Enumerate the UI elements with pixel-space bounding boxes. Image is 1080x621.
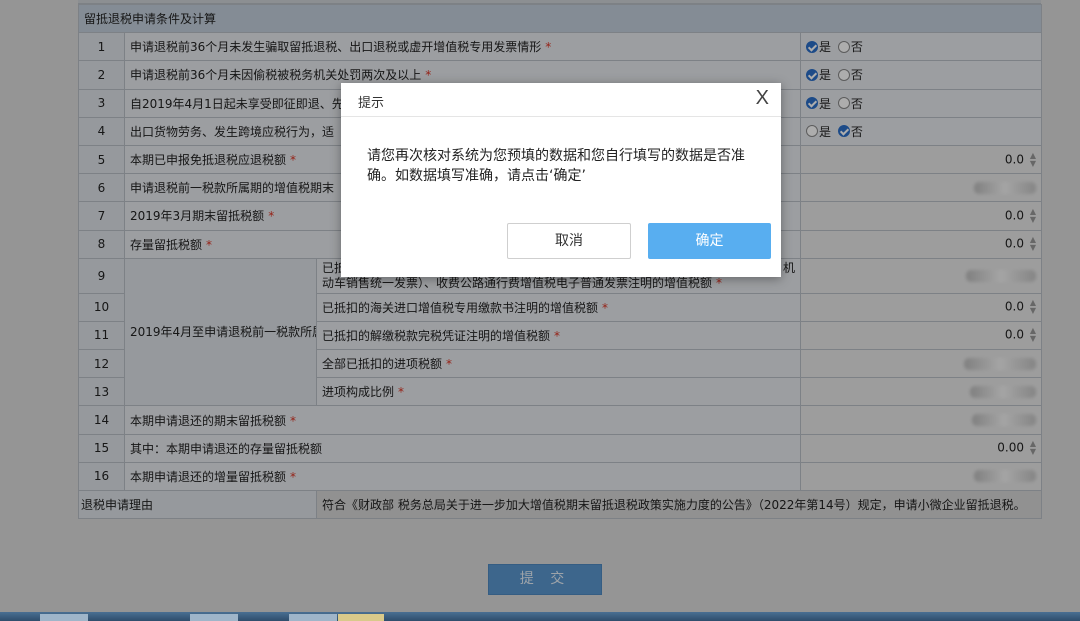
dialog-message: 请您再次核对系统为您预填的数据和您自行填写的数据是否准确。如数据填写准确，请点击…	[367, 148, 745, 184]
taskbar-item[interactable]	[289, 614, 337, 621]
taskbar	[0, 612, 1080, 621]
dialog-title: 提示	[358, 96, 385, 111]
taskbar-item[interactable]	[40, 614, 88, 621]
confirm-dialog: 提示 X 请您再次核对系统为您预填的数据和您自行填写的数据是否准确。如数据填写准…	[341, 83, 781, 277]
dialog-header: 提示 X	[341, 83, 781, 117]
taskbar-item[interactable]	[190, 614, 238, 621]
taskbar-item[interactable]	[338, 614, 384, 621]
close-icon[interactable]: X	[756, 87, 769, 110]
ok-button[interactable]: 确定	[648, 223, 771, 259]
cancel-button[interactable]: 取消	[507, 223, 631, 259]
